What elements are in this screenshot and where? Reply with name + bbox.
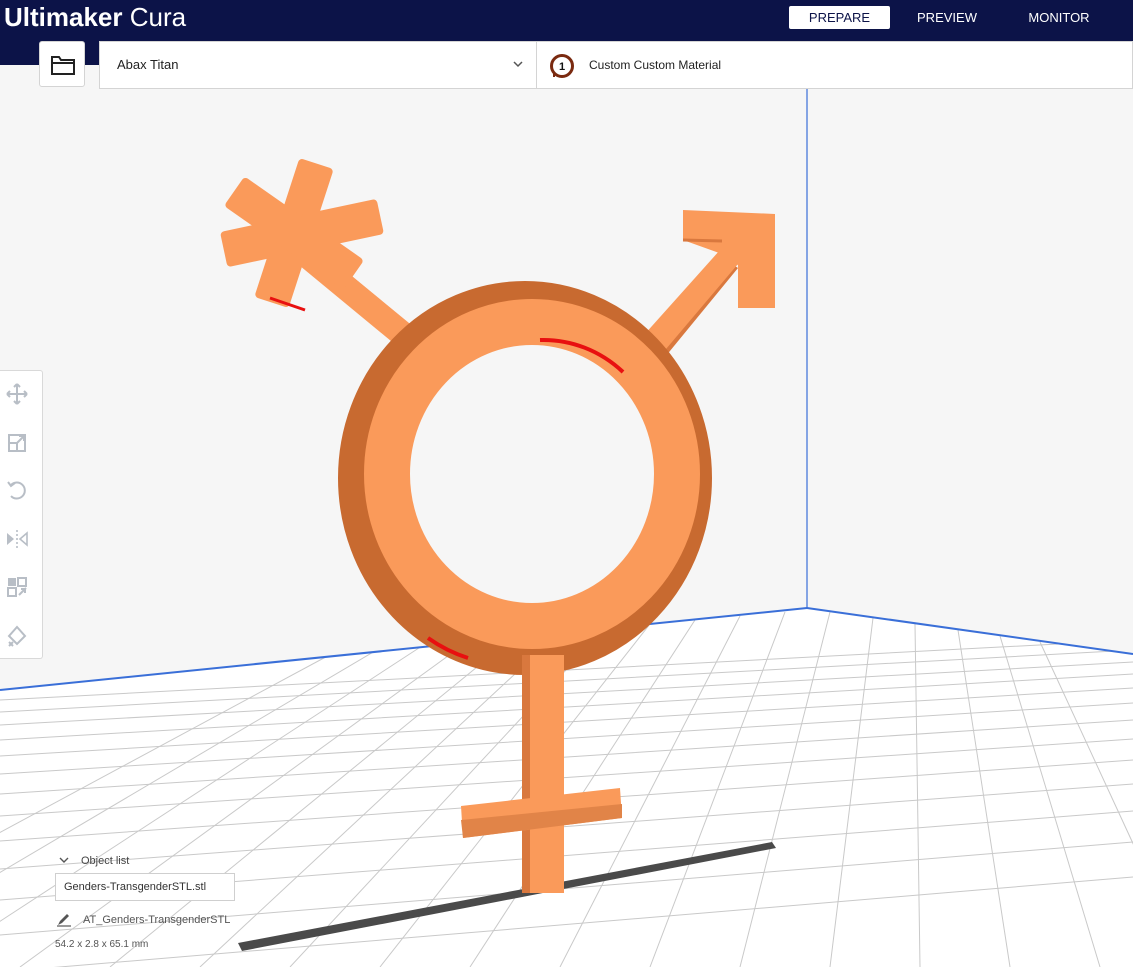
tool-panel	[0, 370, 43, 659]
printer-bar: Abax Titan 1 Custom Custom Material	[99, 41, 1133, 89]
chevron-down-icon	[59, 857, 69, 863]
object-list-title: Object list	[81, 855, 130, 867]
printer-selector[interactable]: Abax Titan	[100, 42, 537, 88]
tab-preview[interactable]: PREVIEW	[897, 6, 997, 29]
open-file-button[interactable]	[39, 41, 85, 87]
material-label[interactable]: Custom Custom Material	[589, 58, 721, 72]
build-volume-viewport[interactable]	[0, 89, 1133, 967]
folder-icon	[51, 56, 75, 75]
header-bar: Ultimaker Cura PREPARE PREVIEW MONITOR	[0, 0, 1133, 34]
rotate-icon[interactable]	[4, 477, 30, 503]
support-blocker-icon[interactable]	[4, 622, 30, 648]
tab-monitor[interactable]: MONITOR	[1008, 6, 1110, 29]
scale-icon[interactable]	[4, 430, 30, 456]
app-logo: Ultimaker Cura	[4, 2, 187, 32]
mirror-icon[interactable]	[4, 526, 30, 552]
job-name[interactable]: AT_Genders-TransgenderSTL	[83, 914, 230, 926]
extruder-icon[interactable]: 1	[550, 54, 574, 78]
chevron-down-icon	[513, 61, 523, 68]
tab-prepare[interactable]: PREPARE	[789, 6, 890, 29]
model-dimensions: 54.2 x 2.8 x 65.1 mm	[55, 939, 149, 950]
printer-name: Abax Titan	[117, 57, 179, 72]
pencil-icon[interactable]	[56, 913, 72, 927]
per-model-settings-icon[interactable]	[4, 574, 30, 600]
extruder-number: 1	[559, 61, 565, 73]
object-list-item[interactable]: Genders-TransgenderSTL.stl	[55, 873, 235, 901]
move-icon[interactable]	[4, 381, 30, 407]
